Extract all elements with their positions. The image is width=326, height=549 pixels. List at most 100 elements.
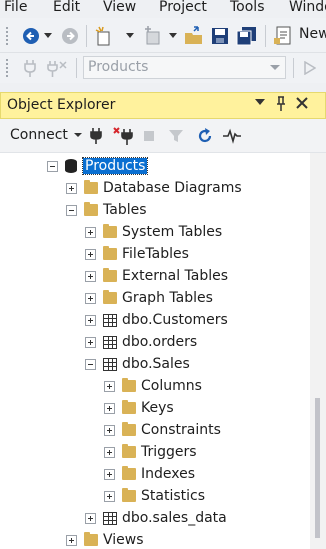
tree-node-dbo-customers[interactable]: dbo.Customers	[85, 309, 228, 331]
menu-window[interactable]: Windo	[289, 0, 326, 15]
expand-icon[interactable]	[104, 468, 115, 480]
new-query-label[interactable]: New	[299, 26, 326, 42]
expand-icon[interactable]	[66, 182, 77, 194]
object-explorer-pane: Object Explorer Connect Products Databas…	[0, 92, 326, 549]
close-icon[interactable]	[295, 96, 309, 114]
connect-label: Connect	[10, 127, 68, 143]
filter-icon[interactable]	[168, 128, 184, 144]
expand-icon[interactable]	[104, 380, 115, 392]
standard-toolbar: New	[0, 18, 326, 53]
folder-icon	[122, 444, 136, 458]
connect-icon[interactable]	[88, 127, 104, 145]
tree-node-tables[interactable]: Tables	[66, 199, 147, 221]
menu-bar: File Edit View Project Tools Windo	[0, 0, 326, 17]
menu-file[interactable]: File	[4, 0, 27, 15]
tree-node-products[interactable]: Products	[47, 155, 149, 177]
object-explorer-tree: Products Database Diagrams Tables System…	[0, 153, 326, 549]
tree-node-statistics[interactable]: Statistics	[104, 485, 205, 507]
save-all-icon[interactable]	[236, 26, 258, 46]
tree-node-label: Graph Tables	[122, 290, 213, 306]
new-query-icon[interactable]	[273, 26, 295, 46]
tree-node-keys[interactable]: Keys	[104, 397, 174, 419]
folder-icon	[103, 268, 117, 282]
expand-icon[interactable]	[85, 336, 96, 348]
tree-node-triggers[interactable]: Triggers	[104, 441, 197, 463]
tree-node-system-tables[interactable]: System Tables	[85, 221, 222, 243]
save-icon[interactable]	[210, 26, 230, 46]
folder-icon	[122, 400, 136, 414]
open-file-icon[interactable]	[184, 26, 204, 46]
tree-node-dbo-sales-data[interactable]: dbo.sales_data	[85, 507, 227, 529]
folder-icon	[103, 246, 117, 260]
tree-node-dbo-sales[interactable]: dbo.Sales	[85, 353, 190, 375]
toolbar-separator	[76, 58, 77, 78]
change-connection-icon[interactable]	[46, 58, 68, 78]
back-dropdown-icon[interactable]	[43, 30, 53, 40]
menu-view[interactable]: View	[103, 0, 136, 15]
tree-node-views[interactable]: Views	[66, 529, 144, 549]
expand-icon[interactable]	[85, 292, 96, 304]
tree-node-label: FileTables	[122, 246, 189, 262]
connect-button[interactable]: Connect	[10, 127, 83, 143]
folder-icon	[84, 180, 98, 194]
add-item-dropdown-icon[interactable]	[168, 30, 178, 40]
tree-node-graph-tables[interactable]: Graph Tables	[85, 287, 213, 309]
back-icon[interactable]	[22, 27, 40, 45]
collapse-icon[interactable]	[47, 160, 58, 172]
expand-icon[interactable]	[85, 226, 96, 238]
available-databases-select[interactable]: Products	[83, 56, 286, 79]
execute-icon[interactable]	[303, 60, 317, 76]
collapse-icon[interactable]	[66, 204, 77, 216]
database-icon	[65, 159, 77, 173]
object-explorer-title-bar[interactable]: Object Explorer	[0, 92, 326, 119]
tree-node-label: Keys	[141, 400, 174, 416]
tree-node-filetables[interactable]: FileTables	[85, 243, 189, 265]
tree-node-label: dbo.Customers	[122, 312, 228, 328]
expand-icon[interactable]	[104, 490, 115, 502]
tree-node-label: Indexes	[141, 466, 196, 482]
tree-node-constraints[interactable]: Constraints	[104, 419, 221, 441]
tree-node-database-diagrams[interactable]: Database Diagrams	[66, 177, 242, 199]
expand-icon[interactable]	[85, 314, 96, 326]
disconnect-icon[interactable]	[112, 126, 134, 146]
expand-icon[interactable]	[104, 424, 115, 436]
collapse-icon[interactable]	[85, 358, 96, 370]
menu-tools[interactable]: Tools	[230, 0, 265, 15]
vertical-scrollbar[interactable]	[310, 153, 326, 549]
expand-icon[interactable]	[104, 446, 115, 458]
tree-node-label: Database Diagrams	[103, 180, 242, 196]
menu-project[interactable]: Project	[159, 0, 207, 15]
folder-icon	[122, 488, 136, 502]
activity-monitor-icon[interactable]	[222, 128, 242, 144]
expand-icon[interactable]	[85, 512, 96, 524]
tree-node-external-tables[interactable]: External Tables	[85, 265, 228, 287]
chevron-down-icon	[270, 65, 280, 70]
forward-icon[interactable]	[61, 27, 79, 45]
expand-icon[interactable]	[85, 248, 96, 260]
tree-node-indexes[interactable]: Indexes	[104, 463, 195, 485]
tree-node-label: Views	[103, 532, 144, 548]
tree-node-dbo-orders[interactable]: dbo.orders	[85, 331, 197, 353]
menu-edit[interactable]: Edit	[53, 0, 80, 15]
window-position-icon[interactable]	[254, 96, 266, 112]
folder-icon	[103, 224, 117, 238]
expand-icon[interactable]	[85, 270, 96, 282]
tree-node-label: Products	[81, 157, 149, 175]
toolbar-separator	[86, 25, 87, 47]
expand-icon[interactable]	[66, 534, 77, 546]
stop-icon[interactable]	[142, 129, 156, 143]
refresh-icon[interactable]	[196, 127, 214, 145]
scrollbar-thumb[interactable]	[315, 398, 320, 538]
toolbar-grip[interactable]	[5, 26, 9, 46]
connect-plug-icon[interactable]	[20, 58, 40, 78]
folder-icon	[122, 466, 136, 480]
new-project-dropdown-icon[interactable]	[125, 30, 135, 40]
auto-hide-pin-icon[interactable]	[275, 96, 287, 116]
add-item-icon[interactable]	[143, 26, 163, 46]
expand-icon[interactable]	[104, 402, 115, 414]
new-project-icon[interactable]	[94, 26, 114, 46]
toolbar-grip[interactable]	[5, 58, 9, 78]
tree-node-columns[interactable]: Columns	[104, 375, 202, 397]
tree-node-label: Statistics	[141, 488, 205, 504]
tree-node-label: dbo.orders	[122, 334, 198, 350]
